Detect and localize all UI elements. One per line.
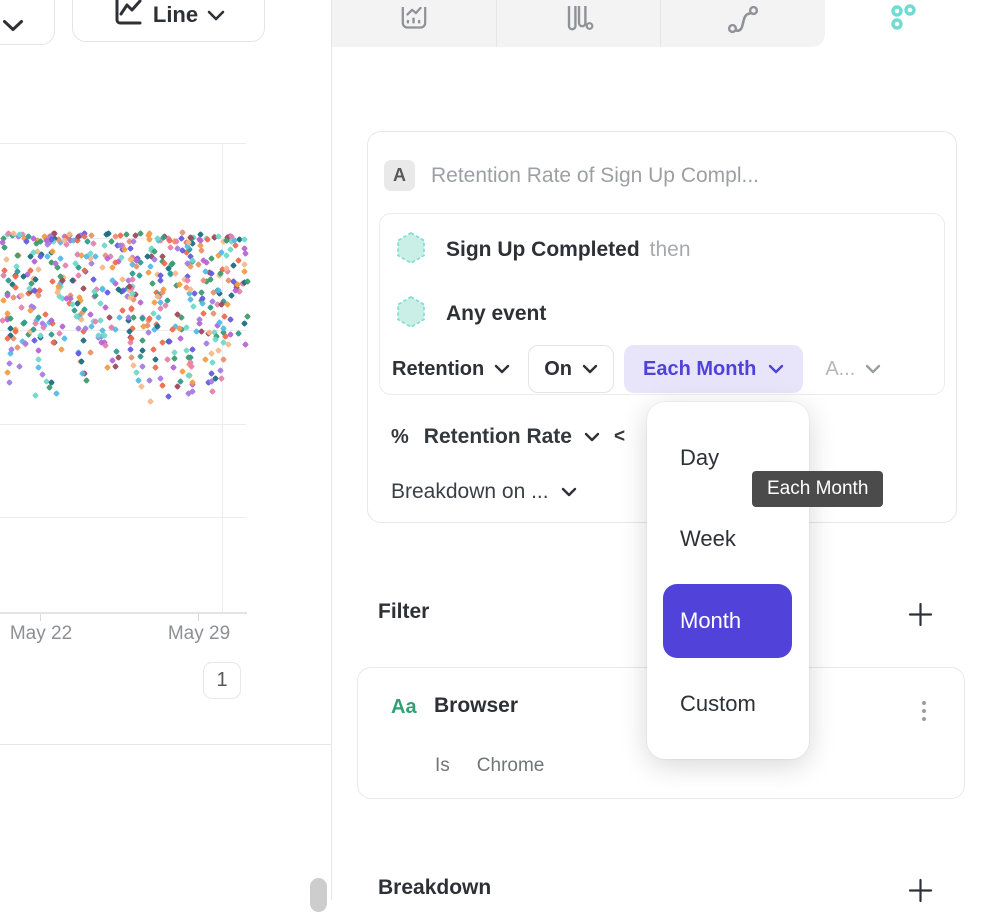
axis-tick bbox=[40, 614, 41, 621]
chevron-down-icon bbox=[865, 364, 881, 374]
interval-menu: Day Week Month Custom bbox=[647, 402, 809, 759]
divider bbox=[0, 744, 331, 745]
add-breakdown-button[interactable] bbox=[905, 875, 935, 905]
filter-operator[interactable]: Is bbox=[435, 755, 450, 777]
event-hexagon-icon bbox=[395, 231, 427, 270]
page-indicator-badge[interactable]: 1 bbox=[203, 662, 241, 699]
retention-mode-dropdown[interactable]: Retention bbox=[392, 358, 510, 381]
chevron-down-icon bbox=[494, 364, 510, 374]
chevron-down-icon bbox=[582, 364, 598, 374]
retention-controls-row: Retention On Each Month A... bbox=[392, 345, 881, 393]
event-step-row[interactable]: Any event bbox=[395, 298, 546, 330]
scrollbar-thumb[interactable] bbox=[310, 878, 327, 912]
menu-item-week[interactable]: Week bbox=[680, 526, 736, 552]
filter-value[interactable]: Chrome bbox=[477, 755, 545, 777]
percent-icon: % bbox=[391, 426, 409, 449]
flow-icon bbox=[727, 6, 759, 41]
x-axis bbox=[0, 612, 247, 614]
retention-mode-label: Retention bbox=[392, 358, 484, 381]
menu-item-month[interactable]: Month bbox=[663, 584, 792, 658]
plus-icon bbox=[907, 877, 934, 904]
view-tabbar bbox=[332, 0, 825, 47]
gridline bbox=[0, 424, 246, 425]
chevron-down-icon bbox=[207, 10, 225, 21]
pager-previous[interactable]: < bbox=[614, 426, 625, 448]
interval-label: Each Month bbox=[643, 358, 756, 381]
tab-bar-chart[interactable] bbox=[496, 0, 661, 47]
measure-row[interactable]: % Retention Rate < bbox=[391, 422, 625, 452]
event-hexagon-icon bbox=[395, 295, 427, 334]
event-name: Sign Up Completed bbox=[446, 238, 640, 262]
menu-item-day[interactable]: Day bbox=[680, 445, 719, 471]
event-label-badge: A bbox=[384, 160, 415, 191]
bar-chart-icon bbox=[564, 6, 594, 41]
on-label: On bbox=[544, 358, 572, 381]
breakdown-on-label: Breakdown on ... bbox=[391, 480, 549, 504]
event-step-row[interactable]: Sign Up Completed then bbox=[395, 234, 691, 266]
query-title[interactable]: Retention Rate of Sign Up Compl... bbox=[431, 164, 759, 188]
chevron-down-icon bbox=[768, 364, 784, 374]
gridline bbox=[0, 517, 246, 518]
breakdown-on-dropdown[interactable]: Breakdown on ... bbox=[391, 477, 577, 507]
overflow-label: A... bbox=[825, 358, 855, 381]
on-dropdown[interactable]: On bbox=[528, 345, 614, 393]
breakdown-section-title: Breakdown bbox=[378, 876, 491, 900]
chevron-down-icon bbox=[2, 19, 24, 32]
event-suffix: then bbox=[650, 238, 691, 262]
interval-tooltip: Each Month bbox=[752, 471, 883, 507]
filter-menu-button[interactable] bbox=[914, 694, 934, 728]
pane-divider bbox=[331, 0, 332, 900]
metrics-chart-icon bbox=[399, 7, 429, 40]
axis-tick bbox=[198, 614, 199, 621]
line-chart-icon bbox=[112, 0, 144, 33]
tab-line-chart[interactable] bbox=[332, 0, 496, 47]
series-collapse-button[interactable] bbox=[0, 0, 55, 45]
menu-item-custom[interactable]: Custom bbox=[680, 691, 756, 717]
plus-icon bbox=[907, 601, 934, 628]
add-filter-button[interactable] bbox=[905, 599, 935, 629]
retention-scatter-plot bbox=[0, 143, 246, 612]
event-card: Sign Up Completed then Any event Retenti… bbox=[379, 213, 945, 395]
chevron-down-icon bbox=[561, 487, 577, 497]
measure-label: Retention Rate bbox=[424, 425, 572, 449]
x-axis-label: May 29 bbox=[154, 623, 244, 645]
chart-type-dropdown[interactable]: Line bbox=[72, 0, 265, 42]
chart-type-label: Line bbox=[153, 2, 198, 28]
gridline bbox=[0, 143, 246, 144]
interval-dropdown[interactable]: Each Month bbox=[624, 345, 803, 393]
filter-section-title: Filter bbox=[378, 600, 429, 624]
string-property-icon: Aa bbox=[391, 696, 417, 719]
chevron-down-icon bbox=[584, 432, 600, 442]
x-axis-label: May 22 bbox=[0, 623, 86, 645]
chart-pane: Line May 22 May 29 1 bbox=[0, 0, 331, 900]
tab-flow[interactable] bbox=[660, 0, 825, 47]
filter-property: Browser bbox=[434, 694, 518, 718]
overflow-dropdown[interactable]: A... bbox=[825, 358, 881, 381]
tab-scatter[interactable] bbox=[876, 0, 932, 47]
scatter-dots-icon bbox=[889, 4, 919, 39]
event-name: Any event bbox=[446, 302, 546, 326]
filter-condition: Is Chrome bbox=[435, 755, 544, 777]
